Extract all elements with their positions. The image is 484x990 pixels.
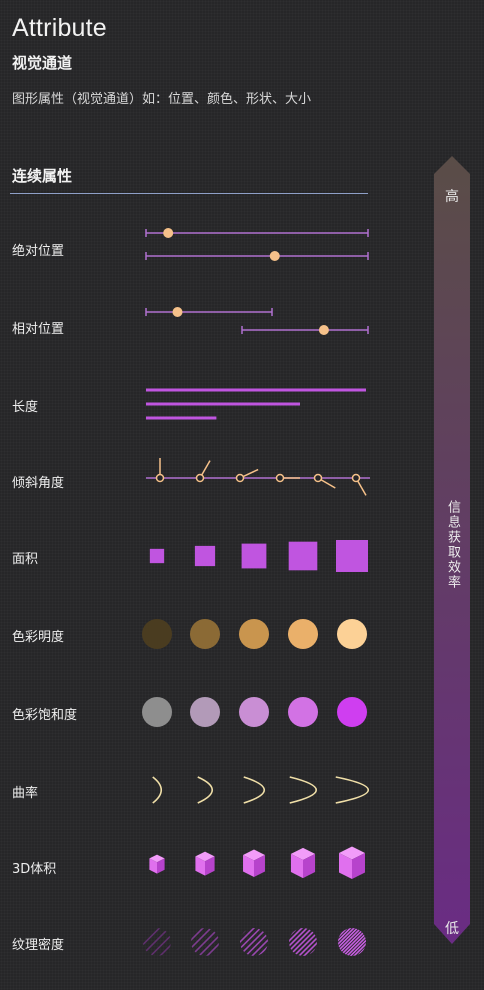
angle-pivot bbox=[195, 473, 205, 483]
rel-position-dot bbox=[318, 325, 329, 335]
lightness-circle bbox=[288, 619, 318, 649]
abs-position-dot bbox=[163, 228, 174, 238]
lightness-circle bbox=[142, 619, 172, 649]
texture-hatch bbox=[191, 928, 210, 956]
saturation-circle bbox=[239, 697, 269, 727]
texture-hatch bbox=[191, 928, 202, 956]
texture-hatch bbox=[97, 922, 137, 962]
angle-pivot bbox=[313, 473, 323, 483]
arrow-top-label: 高 bbox=[445, 189, 459, 205]
texture-hatch bbox=[143, 928, 148, 956]
lightness-circle bbox=[337, 619, 367, 649]
curvature-arc bbox=[335, 776, 370, 804]
texture-hatch bbox=[361, 928, 366, 956]
curvature-arc bbox=[197, 776, 214, 804]
rel-position-dot bbox=[172, 307, 183, 317]
texture-hatch bbox=[264, 928, 268, 956]
texture-circle bbox=[97, 922, 213, 962]
texture-circle bbox=[296, 922, 409, 962]
texture-hatch bbox=[296, 922, 336, 962]
area-square bbox=[241, 543, 267, 569]
area-square bbox=[288, 541, 318, 571]
angle-pivot bbox=[155, 473, 165, 483]
texture-hatch bbox=[191, 928, 219, 956]
area-square bbox=[149, 548, 165, 564]
texture-hatch bbox=[143, 928, 167, 956]
lightness-circle bbox=[239, 619, 269, 649]
texture-hatch bbox=[338, 928, 340, 956]
texture-circle bbox=[243, 922, 358, 962]
texture-hatch bbox=[364, 928, 366, 956]
curvature-arc bbox=[289, 776, 318, 804]
texture-hatch bbox=[369, 922, 409, 962]
angle-pivot bbox=[275, 473, 285, 483]
texture-hatch bbox=[318, 922, 358, 962]
area-square bbox=[336, 540, 368, 572]
texture-hatch bbox=[200, 928, 219, 956]
saturation-circle bbox=[337, 697, 367, 727]
abs-position-dot bbox=[269, 251, 280, 261]
texture-hatch bbox=[240, 928, 242, 956]
saturation-circle bbox=[142, 697, 172, 727]
texture-hatch bbox=[191, 928, 194, 956]
angle-pivot bbox=[351, 473, 361, 483]
lightness-circle bbox=[190, 619, 220, 649]
arrow-bottom-label: 低 bbox=[445, 921, 459, 937]
texture-hatch bbox=[143, 928, 171, 956]
texture-hatch bbox=[191, 928, 218, 956]
curvature-arc bbox=[152, 776, 163, 804]
saturation-circle bbox=[190, 697, 220, 727]
attribute-visualization bbox=[97, 156, 470, 962]
saturation-circle bbox=[288, 697, 318, 727]
area-square bbox=[194, 545, 216, 567]
texture-hatch bbox=[143, 928, 157, 956]
texture-hatch bbox=[216, 928, 219, 956]
texture-hatch bbox=[153, 928, 171, 956]
texture-hatch bbox=[243, 922, 283, 962]
texture-hatch bbox=[143, 928, 171, 956]
arrow-caption: 信息获取效率 bbox=[445, 500, 460, 590]
angle-pivot bbox=[235, 473, 245, 483]
curvature-arc bbox=[243, 776, 265, 804]
texture-hatch bbox=[208, 928, 219, 956]
texture-hatch bbox=[192, 928, 219, 956]
texture-hatch bbox=[173, 922, 213, 962]
texture-circle bbox=[240, 928, 268, 956]
